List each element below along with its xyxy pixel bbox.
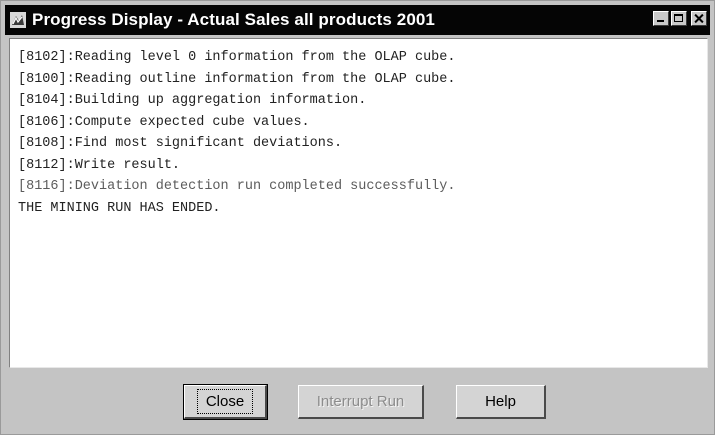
- log-line: [8106]:Compute expected cube values.: [18, 114, 310, 130]
- log-line: THE MINING RUN HAS ENDED.: [18, 200, 221, 216]
- help-button[interactable]: Help: [456, 385, 546, 419]
- progress-display-window: Progress Display - Actual Sales all prod…: [0, 0, 715, 435]
- log-line: [8116]:Deviation detection run completed…: [18, 179, 456, 194]
- log-line: [8112]:Write result.: [18, 157, 181, 173]
- interrupt-run-button[interactable]: Interrupt Run: [298, 385, 424, 419]
- app-icon: [9, 11, 27, 29]
- close-button[interactable]: Close: [183, 384, 268, 420]
- button-bar: Close Interrupt Run Help: [1, 384, 714, 420]
- minimize-icon[interactable]: [653, 11, 669, 26]
- maximize-icon[interactable]: [671, 11, 687, 26]
- progress-log[interactable]: [8102]:Reading level 0 information from …: [9, 38, 708, 368]
- close-button-label: Close: [196, 389, 254, 414]
- close-icon[interactable]: [691, 11, 707, 26]
- log-line: [8102]:Reading level 0 information from …: [18, 50, 456, 65]
- interrupt-run-button-label: Interrupt Run: [316, 393, 405, 410]
- log-line: [8104]:Building up aggregation informati…: [18, 93, 367, 108]
- window-title: Progress Display - Actual Sales all prod…: [32, 10, 435, 29]
- log-line: [8108]:Find most significant deviations.: [18, 136, 343, 151]
- title-bar[interactable]: Progress Display - Actual Sales all prod…: [5, 5, 710, 35]
- help-button-label: Help: [485, 393, 516, 410]
- log-line: [8100]:Reading outline information from …: [18, 71, 456, 87]
- window-controls: [653, 11, 707, 26]
